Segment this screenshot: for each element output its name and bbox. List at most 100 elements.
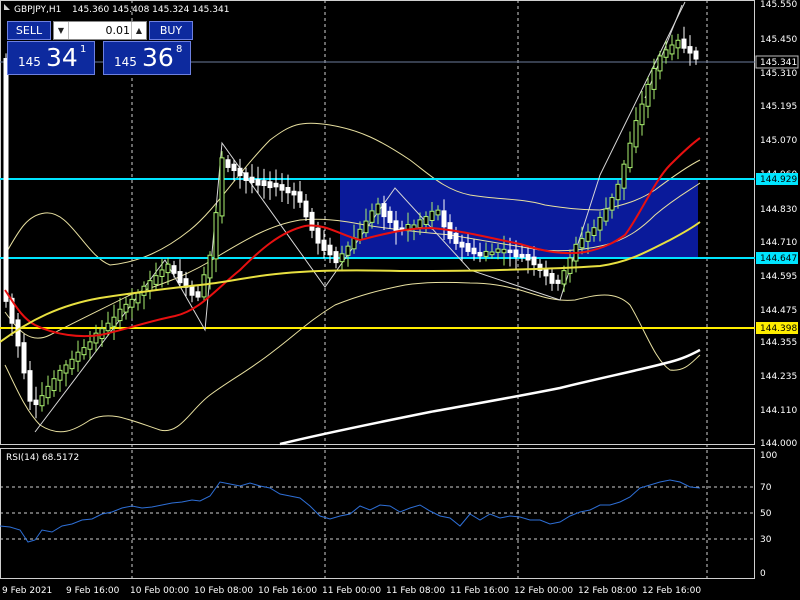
candle-body	[609, 197, 615, 211]
candle-body	[111, 316, 117, 327]
buy-button[interactable]: BUY	[149, 21, 193, 40]
sell-button[interactable]: SELL	[7, 21, 51, 40]
candle-body	[585, 231, 591, 242]
symbol-arrow-icon	[4, 4, 10, 10]
sell-price-button[interactable]: 145 34 1	[7, 41, 95, 75]
candle-body	[441, 210, 447, 228]
candle-body	[417, 219, 423, 229]
hline-top-tag: 144.929	[760, 175, 797, 185]
candle-body	[63, 364, 69, 374]
candle-body	[543, 269, 549, 277]
lot-size-field[interactable]: ▼ 0.01 ▲	[53, 21, 147, 40]
candle-body	[159, 269, 165, 277]
time-tick: 11 Feb 16:00	[450, 586, 509, 596]
candle-body	[549, 273, 555, 284]
candle-body	[75, 351, 81, 362]
rsi-label: RSI(14) 68.5172	[6, 453, 79, 463]
candle-body	[51, 378, 57, 392]
candle-body	[27, 370, 33, 402]
candle-body	[603, 208, 609, 222]
sell-price-main: 34	[46, 43, 78, 72]
candle-body	[243, 172, 249, 181]
candle-body	[135, 292, 141, 304]
candle-body	[621, 163, 627, 189]
bollinger-bands	[4, 122, 701, 433]
price-tick: 144.235	[760, 372, 797, 382]
candle-body	[495, 248, 501, 253]
buy-price-button[interactable]: 145 36 8	[103, 41, 191, 75]
candle-body	[255, 179, 261, 186]
candle-body	[489, 251, 495, 256]
price-tick: 145.450	[760, 35, 797, 45]
candle-body	[327, 244, 333, 256]
time-tick: 12 Feb 08:00	[578, 586, 637, 596]
candle-body	[333, 251, 339, 264]
candle-body	[279, 184, 285, 191]
rsi-tick: 70	[760, 483, 772, 493]
sell-price-prefix: 145	[18, 55, 41, 69]
rsi-axis: 100 70 50 30 0	[760, 451, 777, 579]
candle-body	[165, 263, 171, 274]
candle-body	[291, 190, 297, 196]
candle-body	[363, 220, 369, 234]
one-click-trading-panel: SELL ▼ 0.01 ▲ BUY 145 34 1 145 36 8	[7, 20, 193, 76]
price-tick: 144.475	[760, 306, 797, 316]
buy-price-pip: 8	[176, 44, 183, 55]
candle-body	[645, 83, 651, 107]
candle-body	[567, 257, 573, 274]
candle-body	[369, 210, 375, 223]
price-tick: 145.195	[760, 102, 797, 112]
price-tick: 145.550	[760, 0, 797, 10]
lot-size-value[interactable]: 0.01	[70, 24, 131, 37]
hline-low-tag: 144.398	[760, 324, 797, 334]
candle-body	[219, 157, 225, 217]
candle-body	[237, 167, 243, 177]
candle-body	[171, 265, 177, 274]
candle-body	[597, 216, 603, 231]
candle-body	[639, 103, 645, 126]
price-tick: 144.595	[760, 272, 797, 282]
price-tick: 144.110	[760, 406, 797, 416]
ohlc-values: 145.360 145.408 145.324 145.341	[72, 5, 229, 15]
candle-body	[663, 49, 669, 58]
time-tick: 10 Feb 08:00	[194, 586, 253, 596]
candle-body	[483, 250, 489, 257]
time-tick: 9 Feb 2021	[2, 586, 52, 596]
candle-body	[57, 369, 63, 381]
candle-body	[21, 342, 27, 374]
candle-body	[123, 303, 129, 313]
chart-canvas[interactable]: 145.550 145.450 145.310 145.195 145.070 …	[0, 0, 800, 600]
candle-body	[525, 254, 531, 261]
candle-body	[465, 243, 471, 252]
candle-body	[147, 280, 153, 292]
current-price-tag: 145.341	[760, 58, 797, 68]
candle-body	[669, 44, 675, 55]
candle-body	[627, 142, 633, 169]
candle-body	[297, 191, 303, 203]
time-tick: 9 Feb 16:00	[66, 586, 120, 596]
time-tick: 11 Feb 08:00	[386, 586, 445, 596]
candle-body	[633, 120, 639, 148]
candle-body	[357, 228, 363, 241]
candle-body	[681, 38, 687, 49]
lot-decrease-icon[interactable]: ▼	[54, 22, 69, 39]
candle-body	[435, 209, 441, 216]
lot-increase-icon[interactable]: ▲	[131, 22, 146, 39]
candle-body	[153, 275, 159, 285]
candle-body	[225, 159, 231, 168]
candle-body	[33, 399, 39, 406]
price-tick: 145.310	[760, 69, 797, 79]
candle-body	[453, 232, 459, 244]
ma-white	[279, 348, 701, 446]
price-tick: 145.070	[760, 136, 797, 146]
sell-price-pip: 1	[80, 44, 87, 55]
candle-body	[105, 322, 111, 332]
candle-body	[651, 67, 657, 90]
candle-body	[519, 253, 525, 258]
candle-body	[117, 308, 123, 322]
time-tick: 10 Feb 00:00	[130, 586, 189, 596]
candle-body	[591, 227, 597, 236]
candle-body	[381, 203, 387, 218]
rsi-tick: 30	[760, 535, 772, 545]
candle-body	[177, 271, 183, 284]
